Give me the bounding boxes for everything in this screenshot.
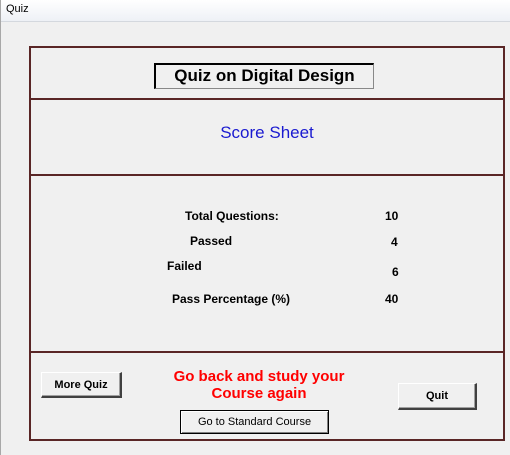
pass-percentage-value: 40	[385, 292, 399, 306]
total-questions-label: Total Questions:	[185, 209, 279, 223]
pass-percentage-label: Pass Percentage (%)	[172, 292, 291, 306]
section-divider	[31, 174, 503, 176]
study-message: Go back and study your Course again	[154, 368, 364, 402]
go-to-standard-course-button[interactable]: Go to Standard Course	[180, 410, 329, 434]
study-message-line1: Go back and study your	[173, 368, 345, 385]
study-message-line2: Course again	[211, 385, 307, 402]
window-title: Quiz	[6, 3, 29, 15]
more-quiz-button[interactable]: More Quiz	[41, 372, 122, 398]
quiz-title: Quiz on Digital Design	[154, 63, 374, 89]
total-questions-value: 10	[385, 209, 399, 223]
quit-button[interactable]: Quit	[398, 383, 477, 410]
title-bar[interactable]: Quiz	[1, 0, 510, 22]
score-sheet-heading: Score Sheet	[220, 123, 314, 142]
header-divider	[31, 98, 503, 100]
footer-divider	[31, 351, 503, 353]
passed-label: Passed	[190, 234, 233, 248]
passed-value: 4	[391, 235, 398, 249]
failed-value: 6	[392, 265, 399, 279]
quiz-window: Quiz Quiz on Digital Design Score Sheet …	[0, 0, 510, 455]
failed-label: Failed	[167, 259, 202, 273]
